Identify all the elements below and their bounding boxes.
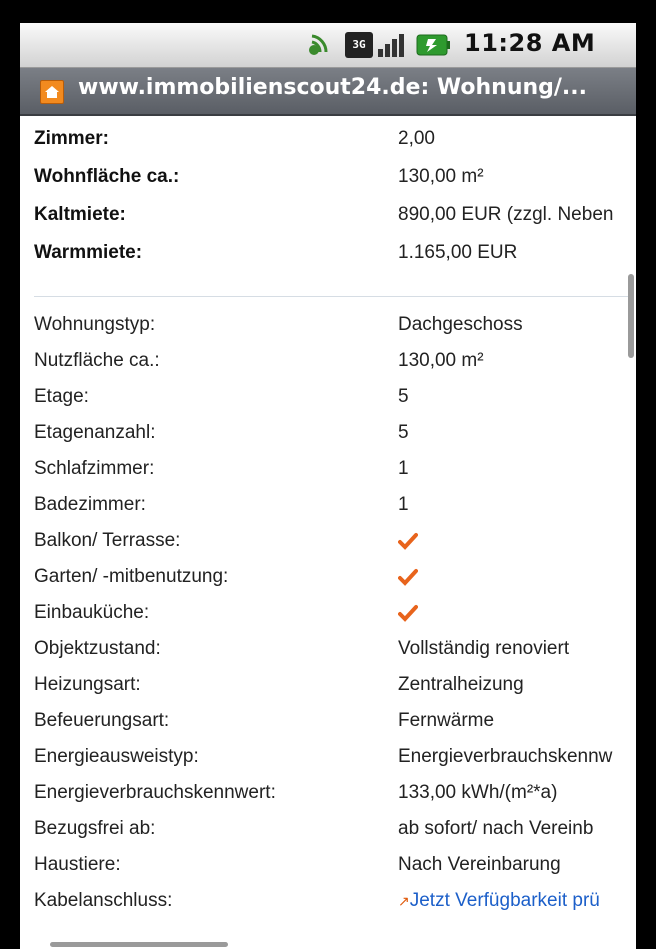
cable-check-link[interactable]: ↗Jetzt Verfügbarkeit prü xyxy=(398,890,600,912)
fact-value: 130,00 m² xyxy=(398,166,484,187)
detail-label: Objektzustand: xyxy=(34,638,161,659)
fact-label: Wohnfläche ca.: xyxy=(34,166,180,187)
fact-value: 890,00 EUR (zzgl. Neben xyxy=(398,204,614,225)
detail-label: Wohnungstyp: xyxy=(34,314,156,335)
battery-icon xyxy=(416,34,450,56)
fact-row-kaltmiete: Kaltmiete: 890,00 EUR (zzgl. Neben xyxy=(34,204,634,240)
detail-value: 5 xyxy=(398,386,409,407)
detail-label: Kabelanschluss: xyxy=(34,890,173,911)
detail-value: 130,00 m² xyxy=(398,350,484,371)
detail-label: Nutzfläche ca.: xyxy=(34,350,160,371)
detail-label: Haustiere: xyxy=(34,854,121,875)
detail-row: Garten/ -mitbenutzung: xyxy=(34,566,634,602)
detail-label: Befeuerungsart: xyxy=(34,710,170,731)
detail-row: Energieverbrauchskennwert: 133,00 kWh/(m… xyxy=(34,782,634,818)
detail-value: ab sofort/ nach Vereinb xyxy=(398,818,594,839)
detail-row: Einbauküche: xyxy=(34,602,634,638)
status-bar: 3G 11:28 AM xyxy=(20,23,636,68)
detail-row: Energieausweistyp: Energieverbrauchskenn… xyxy=(34,746,634,782)
checkmark-icon xyxy=(398,569,418,586)
cable-check-link-text[interactable]: Jetzt Verfügbarkeit prü xyxy=(410,890,600,911)
detail-row: Befeuerungsart: Fernwärme xyxy=(34,710,634,746)
detail-label: Balkon/ Terrasse: xyxy=(34,530,181,551)
detail-row: Badezimmer: 1 xyxy=(34,494,634,530)
fact-row-wohnflaeche: Wohnfläche ca.: 130,00 m² xyxy=(34,166,634,202)
fact-row-zimmer: Zimmer: 2,00 xyxy=(34,128,634,164)
detail-label: Badezimmer: xyxy=(34,494,146,515)
detail-row: Haustiere: Nach Vereinbarung xyxy=(34,854,634,890)
detail-row: Bezugsfrei ab: ab sofort/ nach Vereinb xyxy=(34,818,634,854)
detail-label: Etage: xyxy=(34,386,89,407)
fact-label: Kaltmiete: xyxy=(34,204,126,225)
detail-row: Schlafzimmer: 1 xyxy=(34,458,634,494)
detail-value: 5 xyxy=(398,422,409,443)
detail-row: Kabelanschluss: ↗Jetzt Verfügbarkeit prü xyxy=(34,890,634,926)
detail-value: 1 xyxy=(398,458,409,479)
detail-value: Fernwärme xyxy=(398,710,495,731)
detail-label: Garten/ -mitbenutzung: xyxy=(34,566,229,587)
checkmark-icon xyxy=(398,533,418,550)
page-title: www.immobilienscout24.de: Wohnung/... xyxy=(78,75,588,100)
detail-row: Balkon/ Terrasse: xyxy=(34,530,634,566)
detail-row: Heizungsart: Zentralheizung xyxy=(34,674,634,710)
section-divider xyxy=(34,296,634,297)
home-icon xyxy=(40,80,64,104)
signal-icon xyxy=(378,34,404,57)
browser-title-bar[interactable]: www.immobilienscout24.de: Wohnung/... xyxy=(20,68,636,116)
detail-row: Nutzfläche ca.: 130,00 m² xyxy=(34,350,634,386)
detail-value: 133,00 kWh/(m²*a) xyxy=(398,782,558,803)
detail-value: Vollständig renoviert xyxy=(398,638,570,659)
fact-label: Warmmiete: xyxy=(34,242,143,263)
fact-value: 1.165,00 EUR xyxy=(398,242,518,263)
checkmark-icon xyxy=(398,605,418,622)
3g-icon: 3G xyxy=(345,32,373,58)
fact-row-warmmiete: Warmmiete: 1.165,00 EUR xyxy=(34,242,634,278)
detail-label: Bezugsfrei ab: xyxy=(34,818,156,839)
detail-value: Energieverbrauchskennw xyxy=(398,746,613,767)
detail-row: Etagenanzahl: 5 xyxy=(34,422,634,458)
fact-value: 2,00 xyxy=(398,128,435,149)
detail-value: Zentralheizung xyxy=(398,674,524,695)
detail-row: Wohnungstyp: Dachgeschoss xyxy=(34,314,634,350)
fact-label: Zimmer: xyxy=(34,128,109,149)
detail-label: Energieausweistyp: xyxy=(34,746,199,767)
vertical-scrollbar[interactable] xyxy=(628,274,634,358)
detail-row: Objektzustand: Vollständig renoviert xyxy=(34,638,634,674)
detail-value: 1 xyxy=(398,494,409,515)
status-time: 11:28 AM xyxy=(464,29,596,57)
detail-label: Etagenanzahl: xyxy=(34,422,156,443)
detail-label: Heizungsart: xyxy=(34,674,141,695)
detail-label: Einbauküche: xyxy=(34,602,150,623)
listing-details[interactable]: Zimmer: 2,00 Wohnfläche ca.: 130,00 m² K… xyxy=(20,116,636,949)
sync-icon xyxy=(309,34,328,55)
horizontal-scrollbar[interactable] xyxy=(50,942,228,947)
detail-label: Energieverbrauchskennwert: xyxy=(34,782,276,803)
detail-value: Nach Vereinbarung xyxy=(398,854,561,875)
detail-row: Etage: 5 xyxy=(34,386,634,422)
link-arrow-icon: ↗ xyxy=(398,893,410,909)
detail-value: Dachgeschoss xyxy=(398,314,523,335)
detail-label: Schlafzimmer: xyxy=(34,458,155,479)
phone-screen: 3G 11:28 AM www.immobilienscout24.de: Wo… xyxy=(20,23,636,949)
